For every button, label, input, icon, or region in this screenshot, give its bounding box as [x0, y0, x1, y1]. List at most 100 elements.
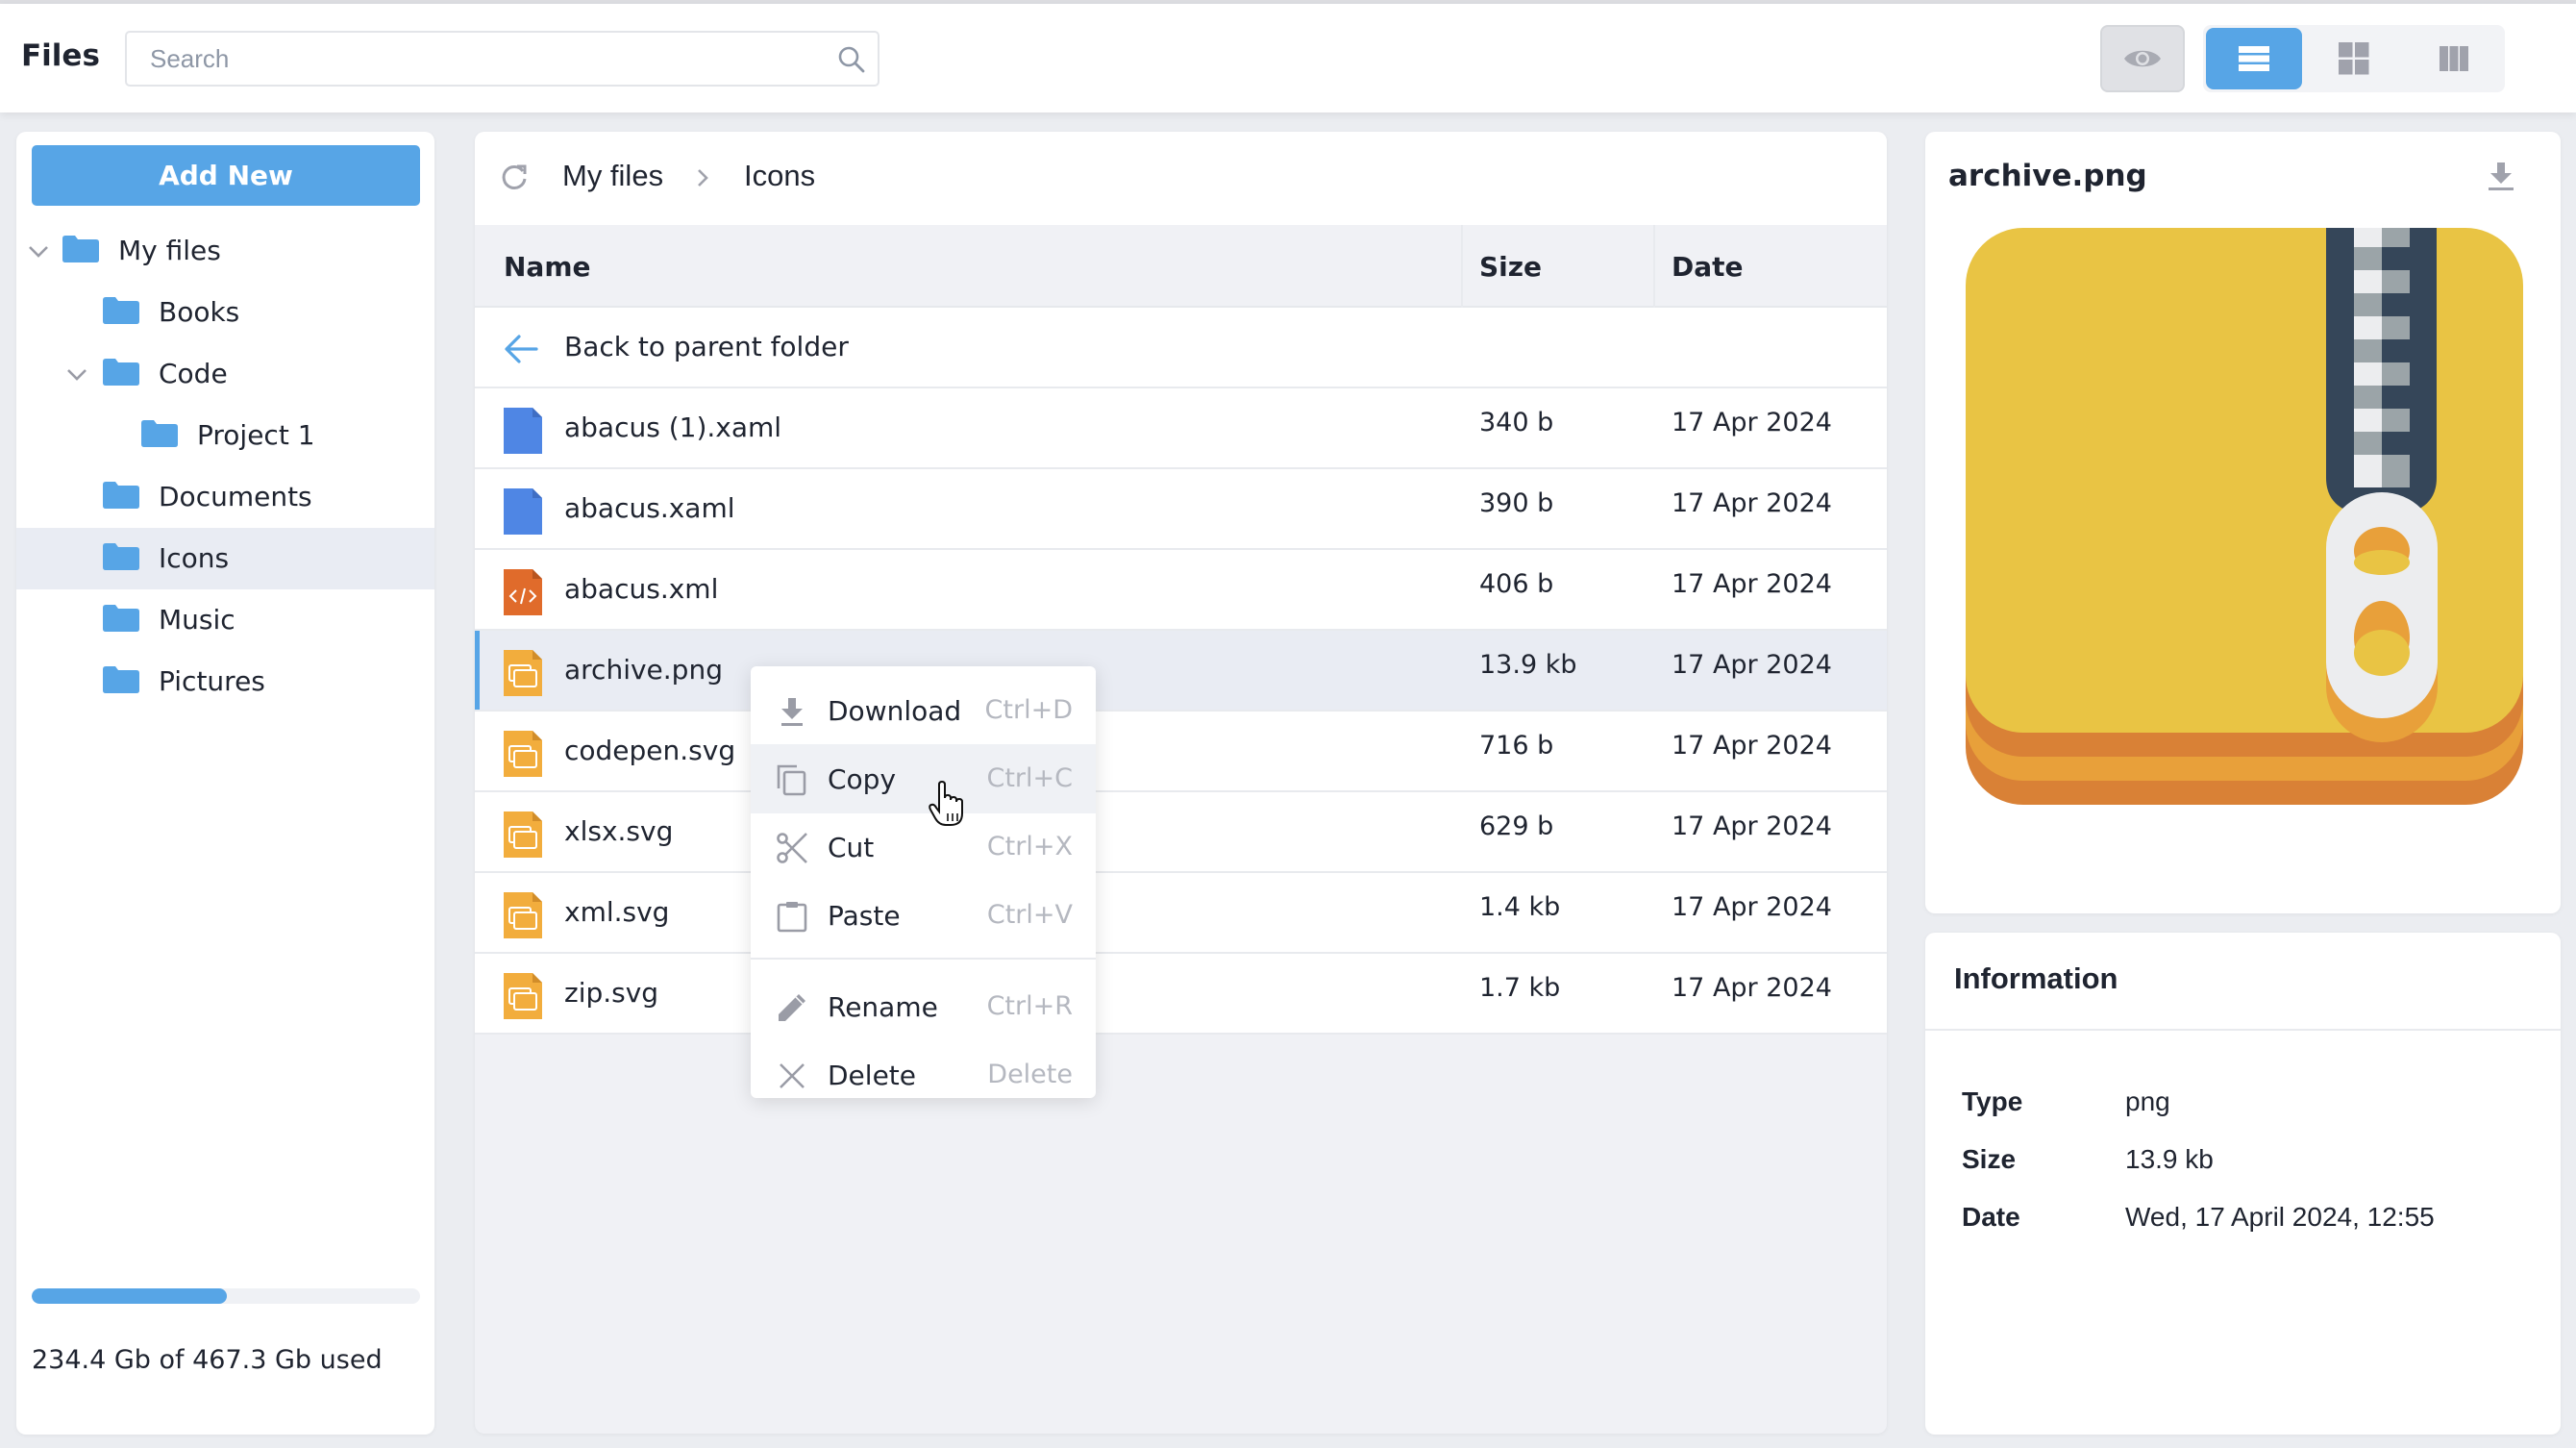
- info-value: Wed, 17 April 2024, 12:55: [2125, 1202, 2435, 1232]
- app-title: Files: [21, 38, 100, 73]
- image-file-icon: [504, 731, 542, 777]
- storage-progress-fill: [32, 1288, 227, 1304]
- tree-item-pictures[interactable]: Pictures: [16, 651, 434, 712]
- chevron-down-icon[interactable]: [28, 244, 49, 258]
- file-row[interactable]: xml.svg 1.4 kb 17 Apr 2024: [475, 873, 1887, 954]
- file-name: archive.png: [564, 654, 723, 686]
- preview-panel: archive.png: [1925, 132, 2561, 913]
- info-value: png: [2125, 1086, 2170, 1116]
- column-header-size[interactable]: Size: [1479, 225, 1542, 308]
- tree-item-label: Pictures: [159, 665, 265, 697]
- file-name: codepen.svg: [564, 735, 736, 766]
- info-key: Date: [1962, 1202, 2020, 1232]
- search-icon[interactable]: [837, 45, 866, 74]
- zip-archive-image: [1966, 228, 2523, 805]
- file-date: 17 Apr 2024: [1672, 731, 1832, 761]
- back-label: Back to parent folder: [564, 331, 849, 362]
- add-new-button[interactable]: Add New: [32, 145, 420, 206]
- menu-item-shortcut: Delete: [987, 1060, 1073, 1089]
- view-mode-switcher: [2203, 25, 2505, 92]
- divider: [1925, 1029, 2561, 1031]
- download-icon[interactable]: [2488, 161, 2514, 191]
- clipboard-icon: [776, 900, 808, 933]
- back-to-parent-row[interactable]: Back to parent folder: [475, 308, 1887, 388]
- copy-icon: [776, 763, 808, 796]
- tree-item-icons[interactable]: Icons: [16, 528, 434, 589]
- columns-view-button[interactable]: [2406, 28, 2502, 89]
- download-icon: [776, 695, 808, 728]
- column-divider[interactable]: [1653, 225, 1655, 308]
- scissors-icon: [776, 832, 808, 864]
- tree-item-project-1[interactable]: Project 1: [16, 405, 434, 466]
- refresh-icon[interactable]: [500, 162, 529, 191]
- menu-item-copy[interactable]: Copy Ctrl+C: [751, 744, 1096, 813]
- list-view-button[interactable]: [2206, 28, 2302, 89]
- file-row[interactable]: codepen.svg 716 b 17 Apr 2024: [475, 712, 1887, 792]
- document-icon: [504, 408, 542, 454]
- tree-item-label: Project 1: [197, 419, 315, 451]
- file-size: 13.9 kb: [1479, 650, 1577, 680]
- file-date: 17 Apr 2024: [1672, 973, 1832, 1003]
- file-name: xlsx.svg: [564, 815, 674, 847]
- file-date: 17 Apr 2024: [1672, 892, 1832, 922]
- image-file-icon: [504, 811, 542, 858]
- file-name: abacus.xml: [564, 573, 719, 605]
- preview-toggle-button[interactable]: [2100, 25, 2185, 92]
- menu-item-cut[interactable]: Cut Ctrl+X: [751, 812, 1096, 882]
- menu-item-label: Cut: [828, 832, 875, 863]
- info-value: 13.9 kb: [2125, 1144, 2214, 1174]
- tree-item-label: Books: [159, 296, 240, 328]
- app-header: Files: [0, 4, 2576, 112]
- tree-item-books[interactable]: Books: [16, 282, 434, 343]
- menu-item-label: Rename: [828, 991, 938, 1023]
- file-size: 390 b: [1479, 488, 1554, 518]
- folder-icon: [103, 482, 139, 509]
- columns-icon: [2440, 46, 2468, 71]
- breadcrumb-icons[interactable]: Icons: [744, 159, 815, 193]
- hand-cursor-icon: [929, 781, 963, 826]
- eye-icon: [2124, 50, 2161, 67]
- folder-icon: [103, 543, 139, 570]
- grid-view-button[interactable]: [2306, 28, 2402, 89]
- tree-item-label: Music: [159, 604, 235, 636]
- tree-item-code[interactable]: Code: [16, 343, 434, 405]
- file-date: 17 Apr 2024: [1672, 650, 1832, 680]
- tree-item-documents[interactable]: Documents: [16, 466, 434, 528]
- info-key: Size: [1962, 1144, 2017, 1174]
- menu-item-label: Delete: [828, 1060, 916, 1091]
- image-file-icon: [504, 650, 542, 696]
- menu-item-rename[interactable]: Rename Ctrl+R: [751, 972, 1096, 1041]
- storage-progress-bar: [32, 1288, 420, 1304]
- file-row[interactable]: abacus.xaml 390 b 17 Apr 2024: [475, 469, 1887, 550]
- file-size: 1.4 kb: [1479, 892, 1561, 922]
- menu-item-label: Download: [828, 695, 962, 727]
- file-row[interactable]: zip.svg 1.7 kb 17 Apr 2024: [475, 954, 1887, 1035]
- chevron-down-icon[interactable]: [66, 367, 87, 381]
- menu-item-label: Copy: [828, 763, 897, 795]
- tree-item-label: Documents: [159, 481, 312, 512]
- tree-item-music[interactable]: Music: [16, 589, 434, 651]
- file-row[interactable]: abacus (1).xaml 340 b 17 Apr 2024: [475, 388, 1887, 469]
- sidebar: Add New My files Books Code Project 1 Docume…: [16, 132, 434, 1435]
- column-divider[interactable]: [1461, 225, 1463, 308]
- breadcrumb-my-files[interactable]: My files: [562, 159, 663, 193]
- menu-item-delete[interactable]: Delete Delete: [751, 1040, 1096, 1110]
- folder-icon: [103, 359, 139, 386]
- search-box[interactable]: [125, 31, 879, 87]
- tree-item-label: My files: [118, 235, 221, 266]
- menu-item-download[interactable]: Download Ctrl+D: [751, 676, 1096, 745]
- file-row[interactable]: abacus.xml 406 b 17 Apr 2024: [475, 550, 1887, 631]
- column-header-name[interactable]: Name: [504, 225, 591, 308]
- file-date: 17 Apr 2024: [1672, 408, 1832, 437]
- grid-icon: [2339, 42, 2369, 75]
- information-panel: Information Type png Size 13.9 kb Date W…: [1925, 933, 2561, 1435]
- tree-item-my-files[interactable]: My files: [16, 220, 434, 282]
- file-size: 716 b: [1479, 731, 1554, 761]
- information-title: Information: [1954, 961, 2118, 995]
- file-row[interactable]: xlsx.svg 629 b 17 Apr 2024: [475, 792, 1887, 873]
- menu-item-paste[interactable]: Paste Ctrl+V: [751, 881, 1096, 950]
- file-size: 406 b: [1479, 569, 1554, 599]
- column-header-date[interactable]: Date: [1672, 225, 1744, 308]
- file-row[interactable]: archive.png 13.9 kb 17 Apr 2024: [475, 631, 1887, 712]
- search-input[interactable]: [127, 33, 878, 85]
